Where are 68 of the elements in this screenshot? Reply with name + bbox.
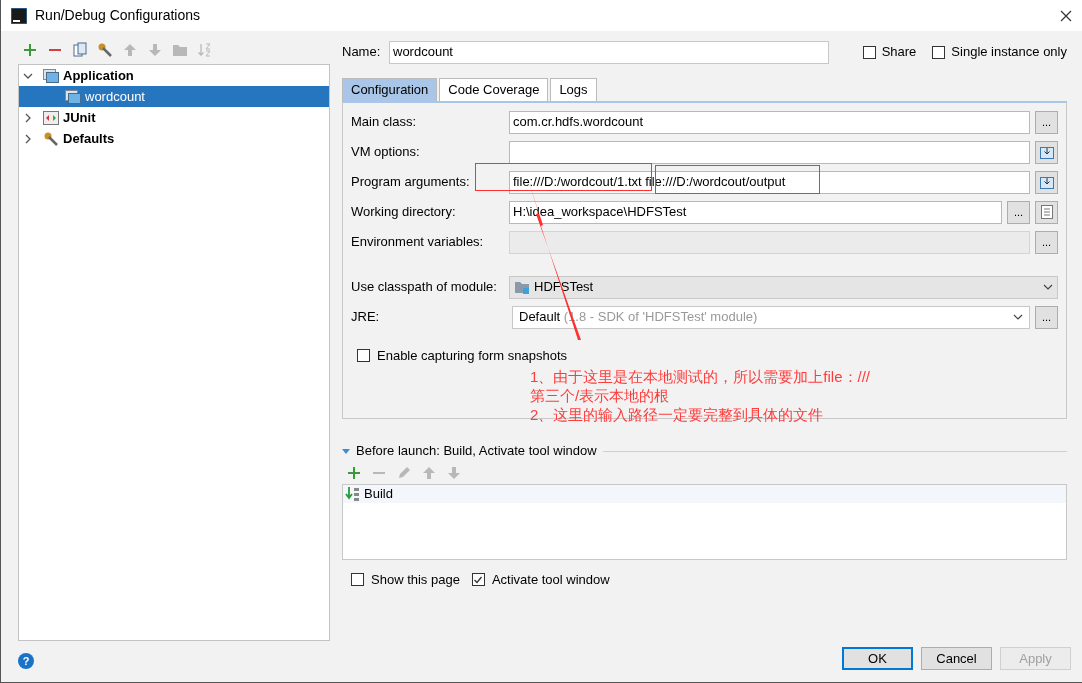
- browse-button[interactable]: ...: [1007, 200, 1030, 224]
- wrench-icon: [43, 130, 59, 147]
- text-field[interactable]: H:\idea_workspace\HDFSTest: [509, 200, 1002, 224]
- chevron-down-icon: [1013, 312, 1023, 322]
- field-label: JRE:: [351, 308, 381, 327]
- dialog-button[interactable]: Cancel: [921, 647, 992, 670]
- document-icon: [1040, 205, 1053, 219]
- annotation-line: 2、这里的输入路径一定要完整到具体的文件: [530, 405, 825, 424]
- annotation-line: 第三个/表示本地的根: [530, 386, 671, 405]
- tree-item[interactable]: JUnit: [19, 107, 329, 128]
- window-icon: [65, 89, 81, 104]
- expand-icon: [1039, 175, 1054, 189]
- option-label: Single instance only: [951, 43, 1067, 62]
- tree-item[interactable]: Defaults: [19, 128, 329, 149]
- field-label: Environment variables:: [351, 233, 485, 252]
- field-label: Use classpath of module:: [351, 278, 498, 297]
- expand-button[interactable]: [1035, 170, 1058, 194]
- checkbox[interactable]: [471, 573, 485, 587]
- tree-item-label: Defaults: [63, 129, 115, 148]
- checkbox[interactable]: [862, 45, 876, 59]
- triangle-down-icon[interactable]: [342, 447, 350, 455]
- option-label: Activate tool window: [491, 571, 610, 589]
- field-label: Working directory:: [351, 203, 457, 222]
- name-label: Name:: [342, 43, 382, 62]
- expand-button[interactable]: [1035, 140, 1058, 164]
- option-label: Show this page: [371, 571, 460, 589]
- field-label: Main class:: [351, 113, 418, 132]
- chevron-right-icon[interactable]: [23, 112, 33, 123]
- text-field[interactable]: [509, 140, 1030, 164]
- tree-item-label: Application: [63, 66, 134, 85]
- text-field[interactable]: com.cr.hdfs.wordcount: [509, 110, 1030, 134]
- browse-button[interactable]: ...: [1035, 305, 1058, 329]
- checkbox[interactable]: [351, 573, 364, 587]
- close-icon[interactable]: [1060, 9, 1072, 22]
- name-field[interactable]: wordcount: [389, 40, 829, 64]
- tab[interactable]: Logs: [550, 78, 597, 101]
- add-icon[interactable]: [346, 465, 362, 481]
- tree-item-label: JUnit: [63, 108, 96, 127]
- module-folder-icon: [514, 280, 530, 294]
- field-label: VM options:: [351, 143, 421, 162]
- task-item[interactable]: Build: [343, 485, 1066, 503]
- window-icon: [43, 68, 59, 83]
- tree-item-label: wordcount: [85, 87, 145, 106]
- checkbox[interactable]: [357, 349, 370, 363]
- window-title: Run/Debug Configurations: [35, 6, 201, 25]
- tab[interactable]: Configuration: [342, 78, 438, 101]
- dialog-button[interactable]: OK: [842, 647, 913, 670]
- add-icon[interactable]: [22, 42, 38, 58]
- option-label: Enable capturing form snapshots: [377, 347, 568, 365]
- wrench-icon[interactable]: [97, 42, 113, 58]
- section-title: Before launch: Build, Activate tool window: [356, 442, 597, 461]
- junit-icon: [43, 110, 59, 125]
- help-button[interactable]: ?: [18, 653, 34, 669]
- tree-item[interactable]: Application: [19, 65, 329, 86]
- tab[interactable]: Code Coverage: [439, 78, 549, 101]
- copy-icon[interactable]: [72, 42, 88, 58]
- annotation-line: 1、由于这里是在本地测试的，所以需要加上file：///: [530, 367, 871, 386]
- option-label: Share: [881, 43, 917, 62]
- build-icon: [345, 486, 361, 502]
- checkbox[interactable]: [932, 45, 946, 59]
- app-logo-icon: [11, 7, 27, 24]
- file-button[interactable]: [1035, 200, 1058, 224]
- browse-button[interactable]: ...: [1035, 110, 1058, 134]
- chevron-down-icon: [1043, 282, 1053, 292]
- tree-item[interactable]: wordcount: [19, 86, 329, 107]
- chevron-right-icon[interactable]: [23, 133, 33, 144]
- expand-icon: [1039, 145, 1054, 159]
- field-label: Program arguments:: [351, 173, 471, 192]
